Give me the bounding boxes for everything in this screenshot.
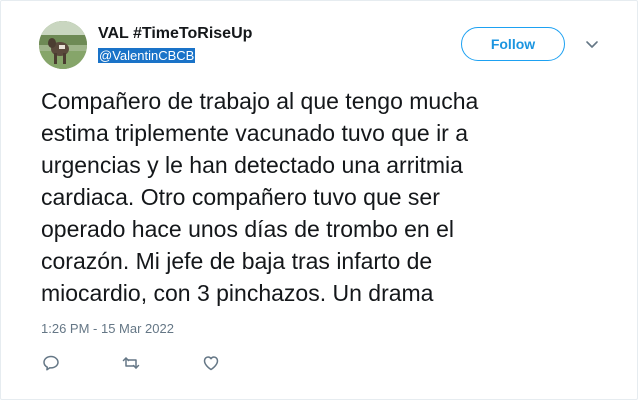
tweet-card: VAL #TimeToRiseUp @ValentinCBCB Follow C… — [0, 0, 638, 400]
tweet-timestamp[interactable]: 1:26 PM - 15 Mar 2022 — [41, 321, 174, 336]
reply-icon[interactable] — [41, 353, 61, 373]
chevron-down-icon[interactable] — [584, 36, 600, 52]
display-name[interactable]: VAL #TimeToRiseUp — [98, 25, 252, 43]
avatar[interactable] — [39, 21, 87, 69]
user-handle[interactable]: @ValentinCBCB — [98, 48, 196, 63]
heart-icon[interactable] — [201, 353, 221, 373]
tweet-text: Compañero de trabajo al que tengo mucha … — [41, 88, 479, 306]
retweet-icon[interactable] — [121, 353, 141, 373]
avatar-image — [39, 21, 87, 69]
follow-button[interactable]: Follow — [461, 27, 565, 61]
